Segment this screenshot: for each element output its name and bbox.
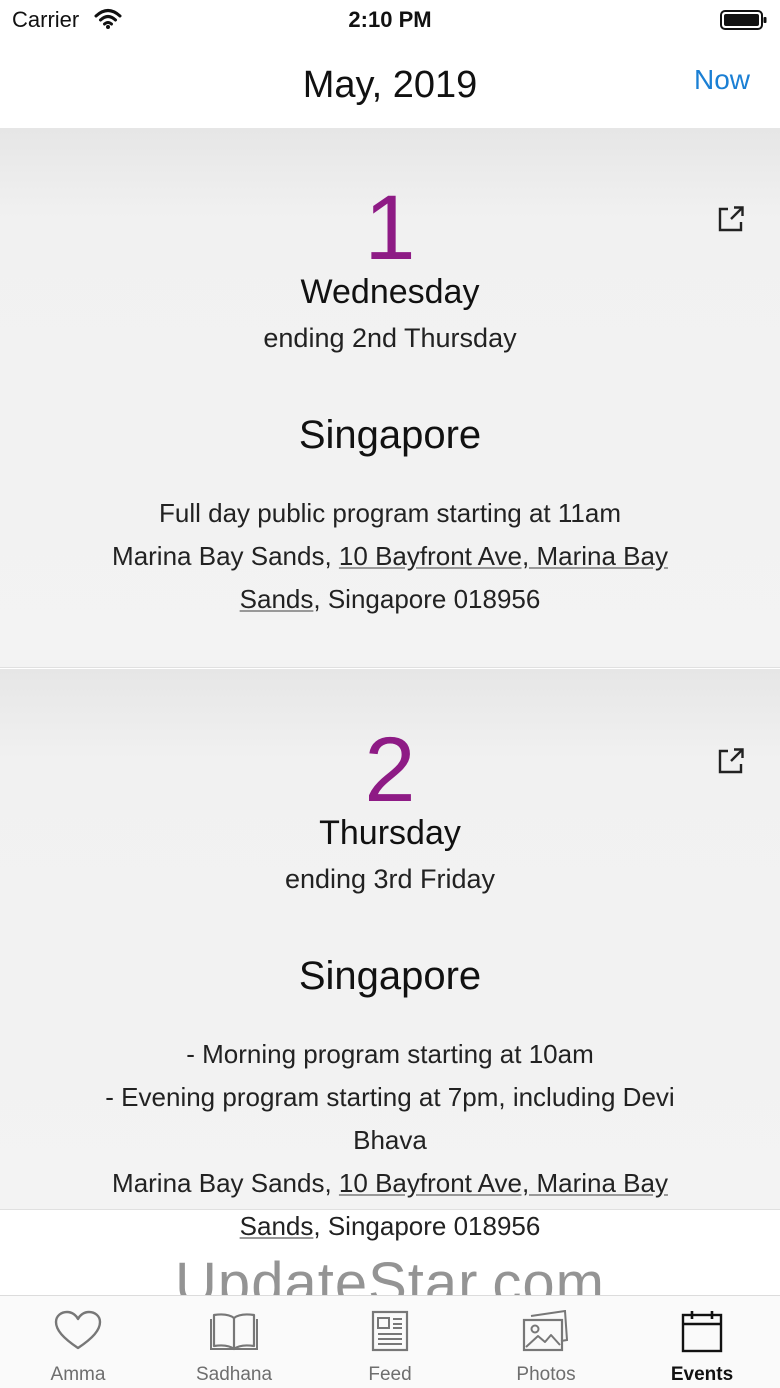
navigation-bar: May, 2019 Now [0,40,780,128]
book-icon [210,1313,258,1351]
newspaper-icon [371,1310,409,1352]
status-bar: Carrier 2:10 PM [0,0,780,40]
venue-name: Marina Bay Sands, [112,541,339,571]
event-weekday: Wednesday [300,273,480,311]
event-weekday: Thursday [319,814,461,852]
event-line: Bhava [353,1125,427,1155]
address-link[interactable]: 10 Bayfront Ave, Marina Bay [339,1168,668,1198]
tab-label: Photos [516,1364,576,1385]
event-city: Singapore [298,954,482,998]
event-card: 1 Wednesday ending 2nd Thursday Singapor… [0,128,780,668]
address-tail: , Singapore 018956 [313,584,541,614]
tab-amma[interactable]: Amma [0,1296,156,1388]
now-button[interactable]: Now [694,64,750,96]
heart-icon [54,1310,102,1350]
event-address: Marina Bay Sands, 10 Bayfront Ave, Marin… [80,1162,700,1248]
status-time: 2:10 PM [348,7,432,32]
event-line: - Morning program starting at 10am [186,1039,594,1069]
tab-photos[interactable]: Photos [468,1296,624,1388]
tab-bar: Amma Sadhana Feed Photos Events [0,1295,780,1388]
event-line: Full day public program starting at 11am [159,498,621,528]
address-link[interactable]: 10 Bayfront Ave, Marina Bay [339,541,668,571]
tab-sadhana[interactable]: Sadhana [156,1296,312,1388]
event-city: Singapore [298,413,482,457]
event-ending: ending 2nd Thursday [263,323,517,353]
tab-feed[interactable]: Feed [312,1296,468,1388]
venue-name: Marina Bay Sands, [112,1168,339,1198]
event-description: Full day public program starting at 11am… [80,492,700,621]
event-ending: ending 3rd Friday [284,864,496,894]
events-list[interactable]: 1 Wednesday ending 2nd Thursday Singapor… [0,128,780,1295]
photos-icon [522,1310,569,1352]
event-line: - Evening program starting at 7pm, inclu… [105,1082,675,1112]
tab-label: Sadhana [195,1364,273,1385]
address-link[interactable]: Sands [240,584,314,614]
tab-label: Amma [50,1364,106,1385]
address-tail: , Singapore 018956 [313,1211,541,1241]
month-title: May, 2019 [302,64,478,106]
tab-label: Events [670,1364,734,1385]
tab-events[interactable]: Events [624,1296,780,1388]
address-link[interactable]: Sands [240,1211,314,1241]
tab-label: Feed [368,1364,412,1385]
event-description: - Morning program starting at 10am - Eve… [80,1033,700,1248]
event-day-number: 1 [364,177,416,279]
event-address: Marina Bay Sands, 10 Bayfront Ave, Marin… [80,535,700,621]
event-day-number: 2 [364,719,416,821]
event-card: 2 Thursday ending 3rd Friday Singapore -… [0,669,780,1241]
battery-icon [720,9,768,36]
calendar-icon [681,1311,723,1353]
